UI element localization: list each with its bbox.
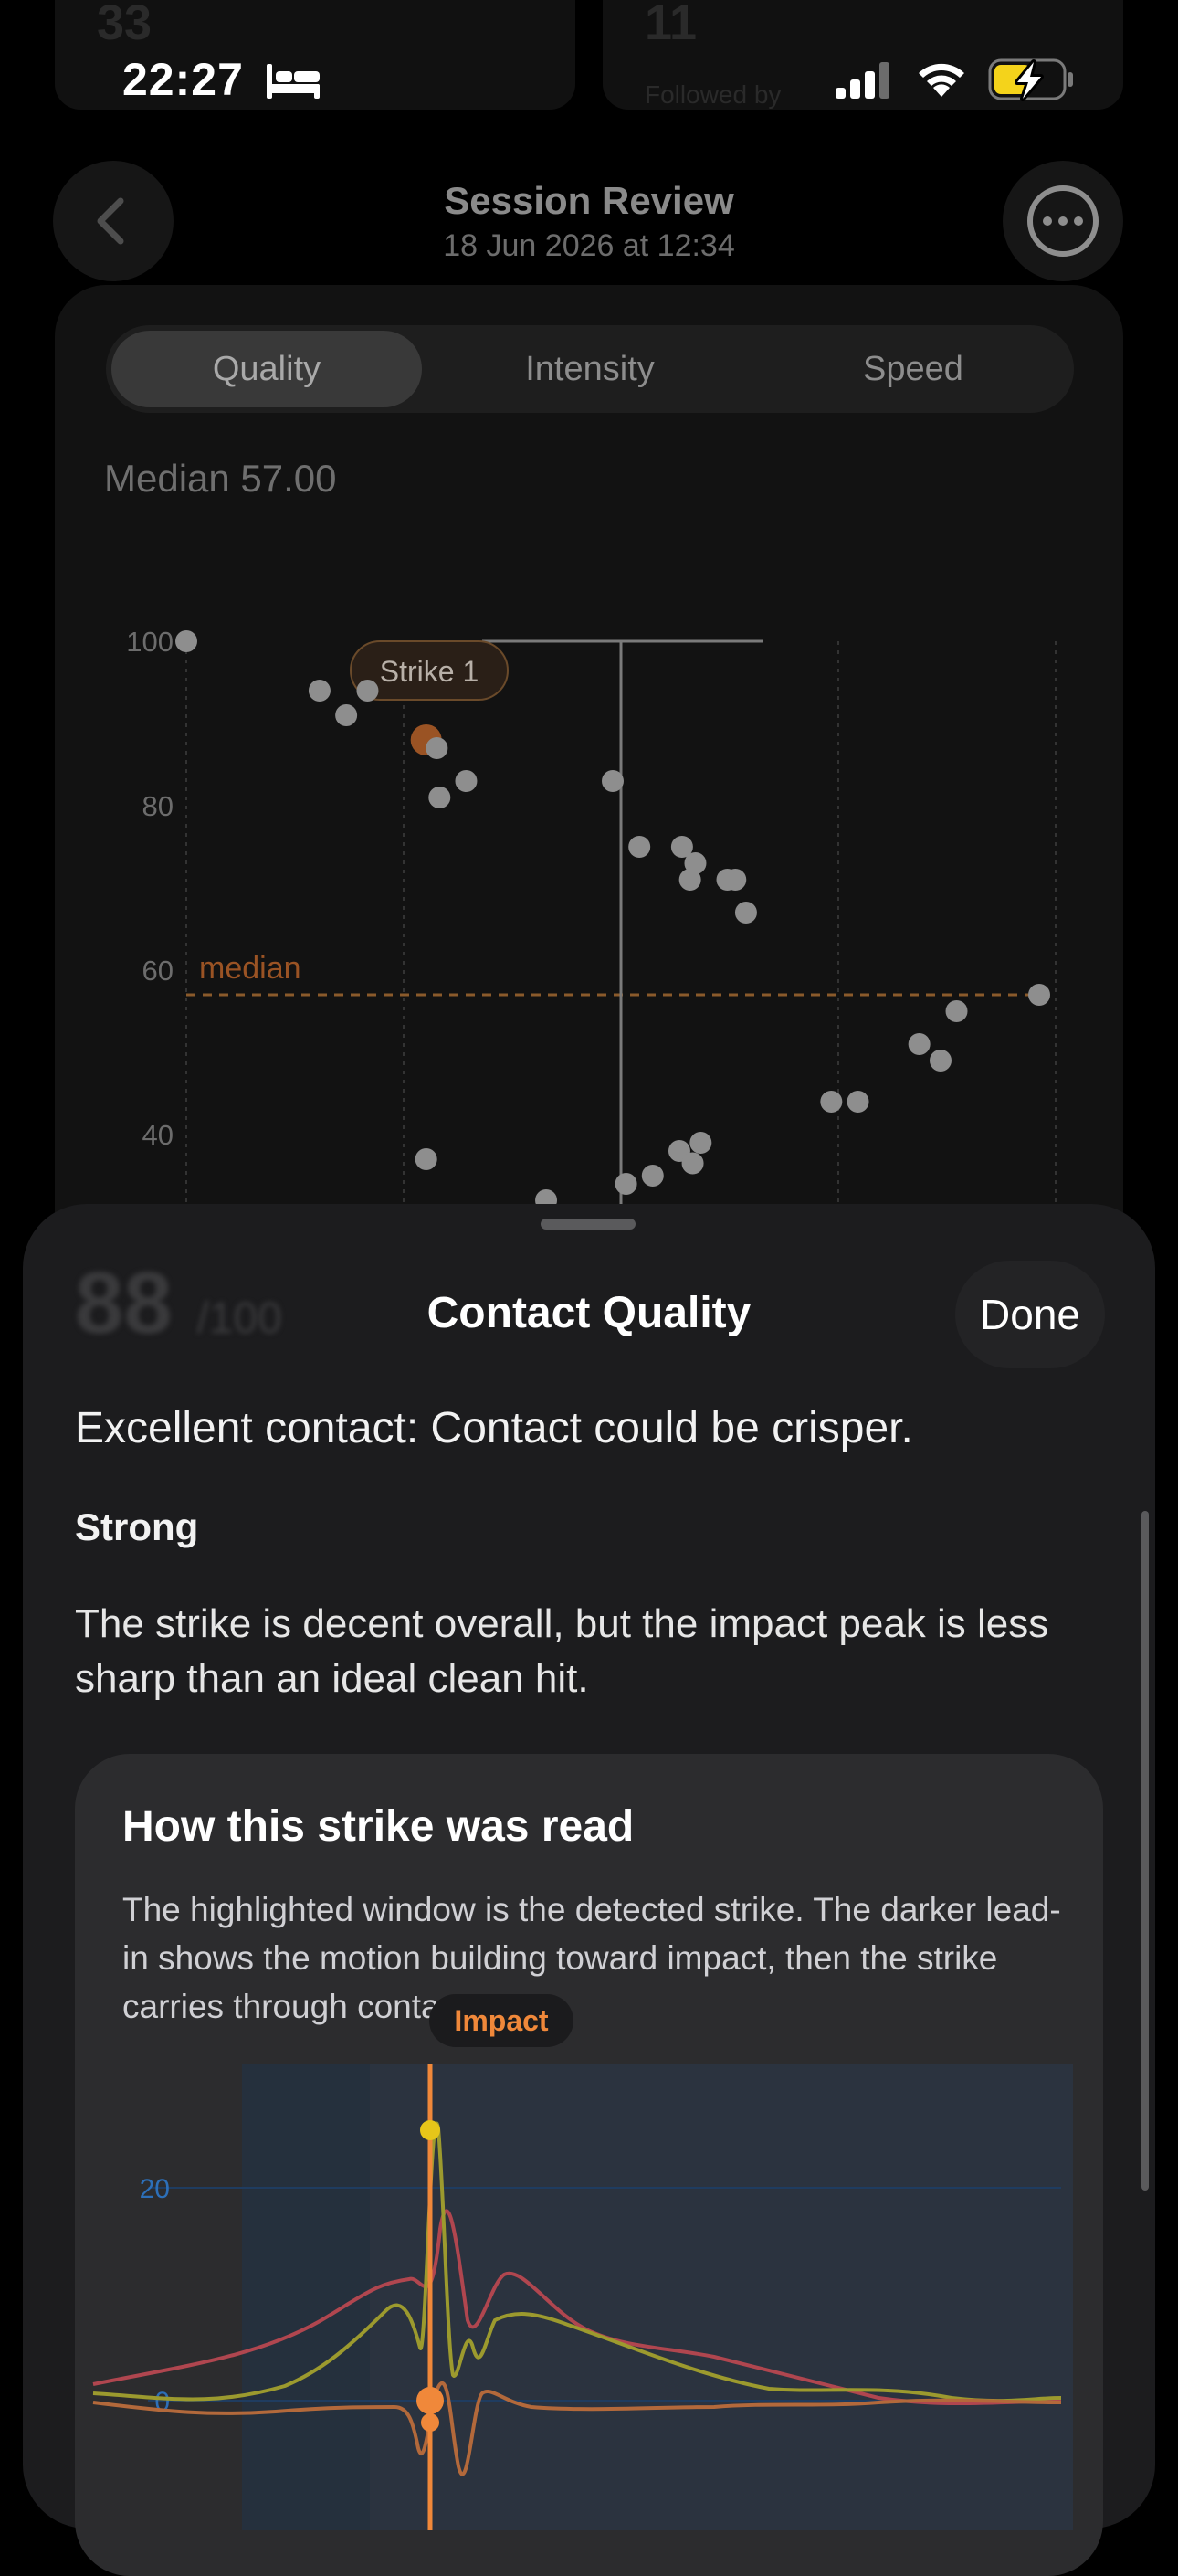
wifi-icon: [919, 63, 964, 97]
more-button[interactable]: [1003, 161, 1123, 281]
scroll-indicator[interactable]: [1141, 1511, 1149, 2191]
tab-quality[interactable]: Quality: [111, 331, 422, 407]
strike-point[interactable]: [820, 1091, 843, 1113]
sheet-grabber[interactable]: [541, 1219, 636, 1230]
strike-point[interactable]: [308, 680, 331, 702]
strike-point[interactable]: [908, 1033, 931, 1055]
strike-point[interactable]: [628, 836, 651, 858]
strike-point[interactable]: [356, 680, 379, 702]
strike-point[interactable]: [428, 787, 451, 808]
strike-point[interactable]: [945, 1000, 968, 1022]
median-label: median: [199, 951, 301, 986]
peak-dot[interactable]: [420, 2120, 440, 2140]
y-tick-label: 80: [142, 790, 174, 822]
sensor-waveform-chart[interactable]: 20 0: [75, 2046, 1103, 2530]
strike-window: [370, 2064, 1073, 2530]
tab-intensity[interactable]: Intensity: [435, 325, 745, 413]
y-tick-20: 20: [140, 2174, 170, 2204]
strike-point[interactable]: [681, 1152, 704, 1175]
selected-strike-label: Strike 1: [380, 655, 479, 688]
tab-speed[interactable]: Speed: [758, 325, 1068, 413]
done-button[interactable]: Done: [955, 1261, 1105, 1368]
quality-description: The strike is decent overall, but the im…: [75, 1601, 1049, 1701]
strike-point[interactable]: [615, 1173, 637, 1195]
quality-summary: Excellent contact: Contact could be cris…: [75, 1404, 913, 1452]
status-time: 22:27: [122, 54, 244, 105]
metric-segmented-control[interactable]: Quality Intensity Speed: [106, 325, 1074, 413]
y-tick-label: 100: [126, 626, 174, 658]
header-right-value: 11: [645, 0, 698, 50]
strike-point[interactable]: [734, 902, 757, 924]
quality-scatter-chart[interactable]: 100 80 60 40 median Strike 1: [0, 585, 1178, 1206]
header-right-sub: Followed by: [645, 80, 782, 109]
strike-read-title: How this strike was read: [122, 1802, 635, 1851]
strike-point[interactable]: [678, 869, 701, 891]
strike-point[interactable]: [1028, 984, 1050, 1006]
battery-charging-icon: [988, 58, 1073, 101]
strike-point[interactable]: [847, 1091, 869, 1113]
strike-point[interactable]: [641, 1165, 664, 1187]
impact-dot[interactable]: [416, 2387, 444, 2414]
y-tick-label: 60: [142, 955, 174, 987]
median-summary: Median 57.00: [104, 457, 337, 500]
sleep-bed-icon: [267, 64, 320, 99]
y-tick-label: 40: [142, 1119, 174, 1151]
y-tick-0: 0: [154, 2387, 170, 2417]
strike-point[interactable]: [335, 704, 358, 726]
strike-point[interactable]: [689, 1132, 712, 1154]
strike-read-description: The highlighted window is the detected s…: [122, 1891, 1061, 2025]
impact-dot-low[interactable]: [421, 2413, 439, 2432]
lead-in-window: [242, 2064, 370, 2530]
strike-point[interactable]: [930, 1050, 952, 1072]
ellipsis-circle-icon: [1027, 185, 1099, 257]
impact-label: Impact: [429, 1994, 573, 2047]
strike-point[interactable]: [602, 770, 624, 792]
strike-point[interactable]: [175, 630, 197, 652]
strike-point[interactable]: [455, 770, 478, 792]
header-left-value: 33: [97, 0, 153, 50]
strike-point[interactable]: [415, 1148, 437, 1170]
strike-point[interactable]: [426, 737, 448, 759]
page-title: Session Review: [444, 179, 734, 222]
quality-grade: Strong: [75, 1505, 199, 1548]
cellular-signal-icon: [836, 62, 889, 99]
session-date: 18 Jun 2026 at 12:34: [443, 228, 735, 263]
strike-point[interactable]: [724, 869, 747, 891]
